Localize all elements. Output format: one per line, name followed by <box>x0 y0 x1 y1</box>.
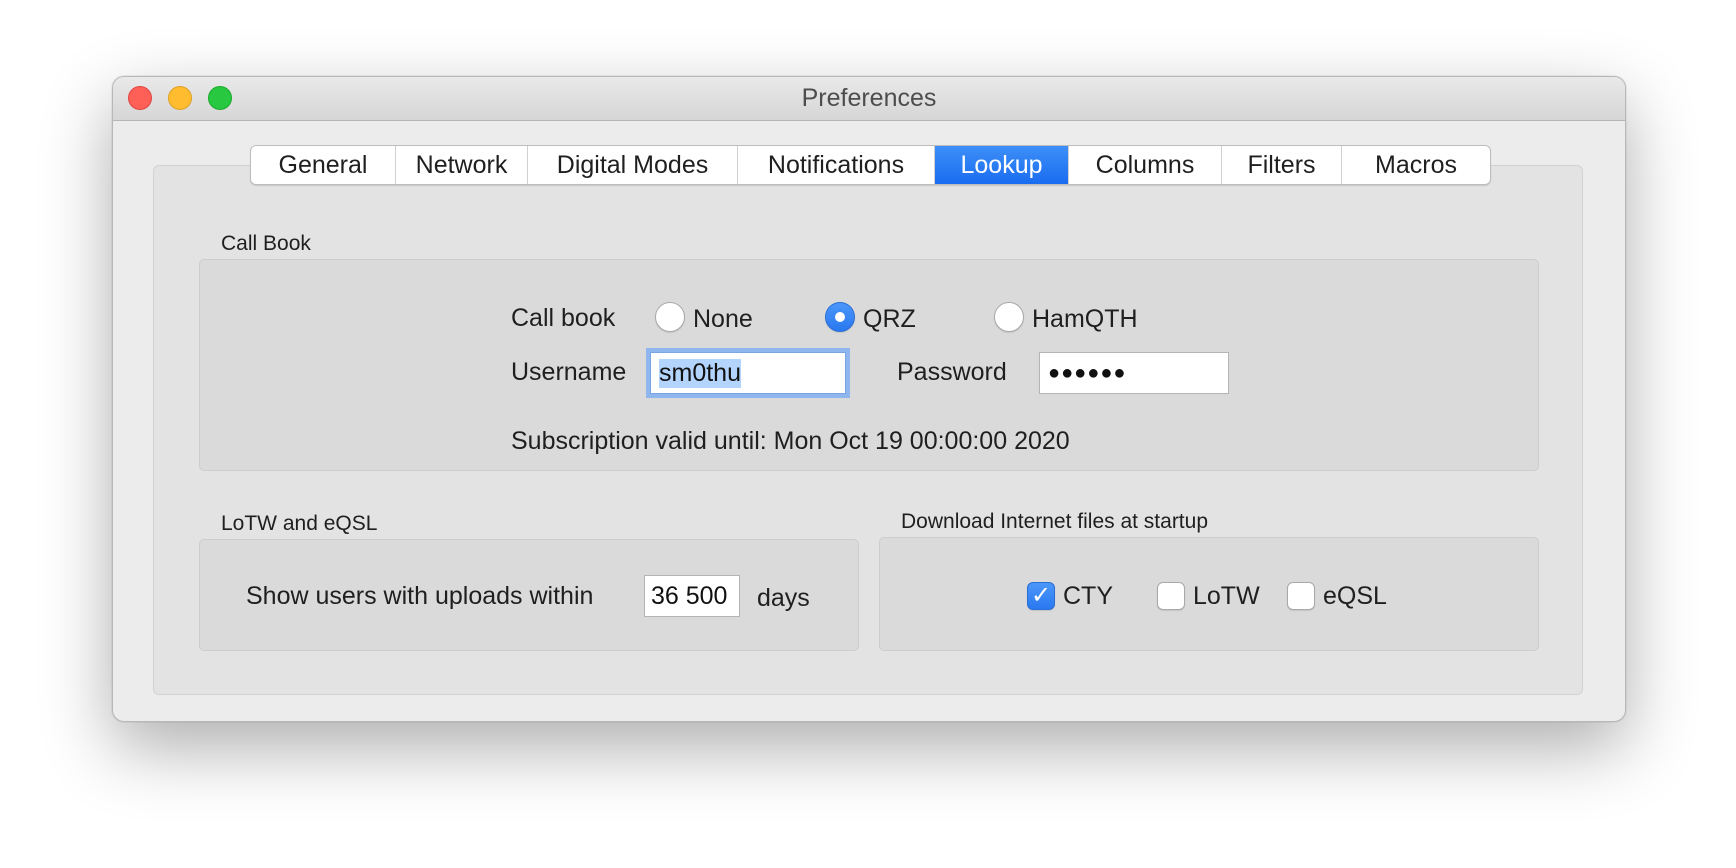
radio-none[interactable] <box>655 302 685 332</box>
cty-checkbox-label[interactable]: CTY <box>1063 582 1113 611</box>
radio-hamqth[interactable] <box>994 302 1024 332</box>
password-input[interactable]: ●●●●●● <box>1039 352 1229 394</box>
title-bar[interactable]: Preferences <box>113 77 1625 121</box>
radio-qrz-label[interactable]: QRZ <box>863 305 916 334</box>
eqsl-checkbox-label[interactable]: eQSL <box>1323 582 1387 611</box>
radio-qrz[interactable] <box>825 302 855 332</box>
callbook-label: Call book <box>511 304 616 332</box>
tab-macros[interactable]: Macros <box>1342 146 1490 184</box>
tab-digital-modes[interactable]: Digital Modes <box>528 146 738 184</box>
username-input[interactable]: sm0thu <box>650 352 846 394</box>
lotw-group-label: LoTW and eQSL <box>221 512 378 535</box>
lotw-uploads-label: Show users with uploads within <box>246 582 594 610</box>
username-label: Username <box>511 358 627 386</box>
callbook-group-label: Call Book <box>221 232 311 255</box>
tab-lookup[interactable]: Lookup <box>935 146 1069 184</box>
preferences-tab-bar: General Network Digital Modes Notificati… <box>250 145 1491 185</box>
window-title: Preferences <box>801 84 937 112</box>
eqsl-checkbox[interactable] <box>1287 582 1315 610</box>
subscription-status: Subscription valid until: Mon Oct 19 00:… <box>511 427 1070 455</box>
tab-columns[interactable]: Columns <box>1069 146 1222 184</box>
preferences-window: Preferences General Network Digital Mode… <box>112 76 1626 722</box>
lotw-days-input[interactable]: 36 500 <box>644 575 740 617</box>
lotw-checkbox-label[interactable]: LoTW <box>1193 582 1260 611</box>
lotw-days-unit: days <box>757 584 810 612</box>
tab-filters[interactable]: Filters <box>1222 146 1342 184</box>
lotw-checkbox[interactable] <box>1157 582 1185 610</box>
checkmark-icon: ✓ <box>1030 582 1052 609</box>
tab-notifications[interactable]: Notifications <box>738 146 935 184</box>
username-value: sm0thu <box>659 358 741 388</box>
password-label: Password <box>897 358 1007 386</box>
downloads-group-label: Download Internet files at startup <box>901 510 1209 533</box>
cty-checkbox[interactable]: ✓ <box>1027 582 1055 610</box>
radio-none-label[interactable]: None <box>693 305 753 334</box>
tab-general[interactable]: General <box>251 146 396 184</box>
tab-network[interactable]: Network <box>396 146 528 184</box>
radio-hamqth-label[interactable]: HamQTH <box>1032 305 1138 334</box>
